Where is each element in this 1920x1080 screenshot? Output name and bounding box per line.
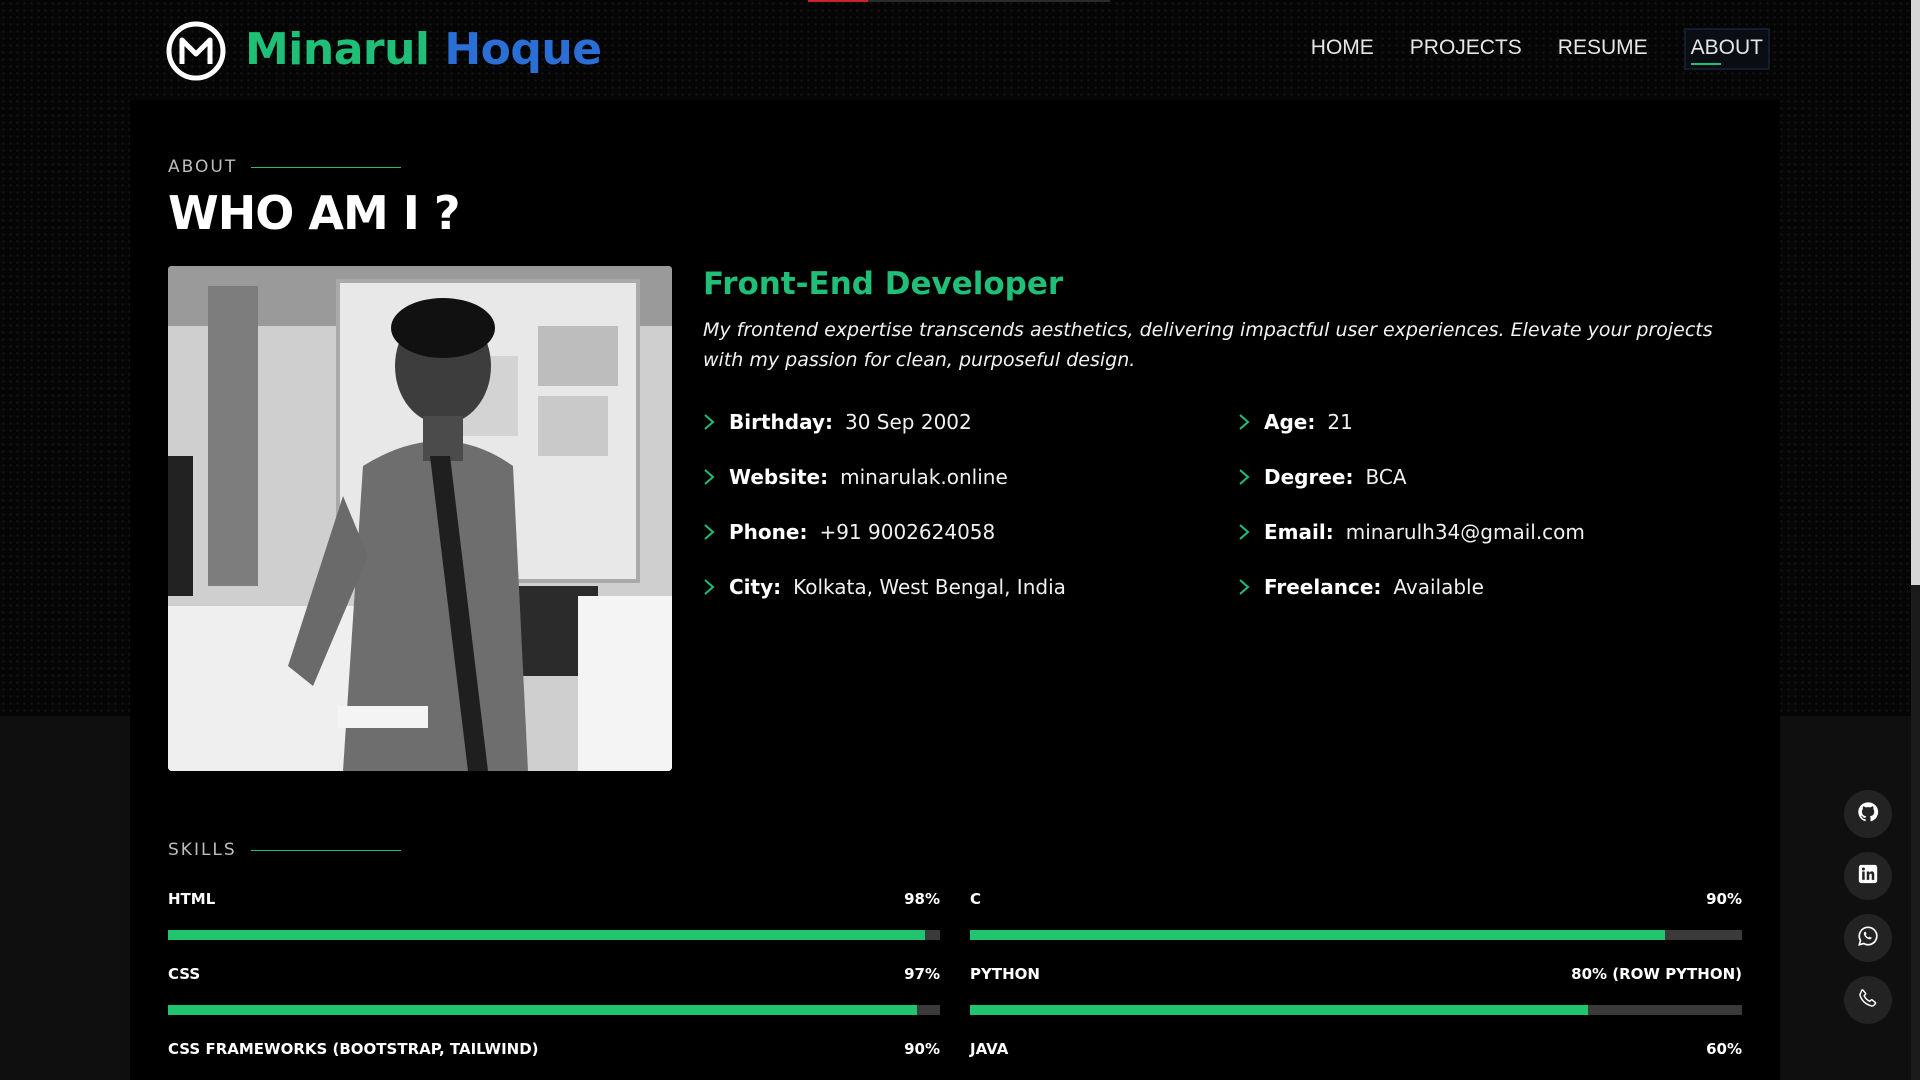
skills-list: HTML 98% C 90% CSS 97% PYTHON 80% (ROW PYTHO… <box>168 890 1743 1080</box>
info-age: Age: 21 <box>1238 394 1753 449</box>
info-website: Website: minarulak.online <box>703 449 1238 504</box>
skill-percent: 90% <box>904 1040 940 1058</box>
skill-percent: 60% <box>1706 1040 1742 1058</box>
info-key: Birthday: <box>729 409 833 434</box>
skill-progress-fill <box>970 1005 1588 1015</box>
intro-text: My frontend expertise transcends aesthet… <box>703 319 1713 371</box>
skill-css: CSS 97% <box>168 965 940 1040</box>
github-button[interactable] <box>1844 790 1892 838</box>
info-value[interactable]: minarulak.online <box>840 465 1008 489</box>
skills-label-text: SKILLS <box>168 840 237 860</box>
info-city: City: Kolkata, West Bengal, India <box>703 559 1238 614</box>
info-degree: Degree: BCA <box>1238 449 1753 504</box>
skill-name: JAVA <box>970 1040 1009 1058</box>
info-email: Email: minarulh34@gmail.com <box>1238 504 1753 559</box>
info-key: Phone: <box>729 519 808 544</box>
main-nav: HOME PROJECTS RESUME ABOUT <box>1293 28 1770 70</box>
nav-home[interactable]: HOME <box>1293 28 1392 70</box>
skill-name: C <box>970 890 982 908</box>
chevron-right-icon <box>1238 523 1264 541</box>
skill-name: CSS FRAMEWORKS (BOOTSTRAP, TAILWIND) <box>168 1040 539 1058</box>
info-phone: Phone: +91 9002624058 <box>703 504 1238 559</box>
about-label-text: ABOUT <box>168 157 238 177</box>
role-title: Front-End Developer <box>703 266 1064 302</box>
skill-percent: 90% <box>1706 890 1742 908</box>
chevron-right-icon <box>1238 413 1264 431</box>
label-divider <box>250 849 401 851</box>
whatsapp-icon <box>1857 925 1879 952</box>
chevron-right-icon <box>1238 468 1264 486</box>
logo-icon[interactable] <box>165 20 227 82</box>
info-value: minarulh34@gmail.com <box>1345 519 1585 544</box>
info-key: Degree: <box>1264 464 1354 489</box>
skill-progress-fill <box>168 1005 917 1015</box>
site-header: Minarul Hoque HOME PROJECTS RESUME ABOUT <box>0 0 1920 100</box>
brand-last-name: Hoque <box>444 24 602 75</box>
skill-progress-fill <box>970 930 1665 940</box>
skill-percent: 97% <box>904 965 940 983</box>
skill-c: C 90% <box>970 890 1742 965</box>
nav-projects[interactable]: PROJECTS <box>1392 28 1540 70</box>
chevron-right-icon <box>703 413 729 431</box>
info-value: +91 9002624058 <box>819 519 996 544</box>
skill-name: HTML <box>168 890 216 908</box>
social-links <box>1844 790 1892 1024</box>
chevron-right-icon <box>703 468 729 486</box>
info-value: BCA <box>1365 464 1407 489</box>
skill-css-frameworks: CSS FRAMEWORKS (BOOTSTRAP, TAILWIND) 90% <box>168 1040 940 1080</box>
phone-button[interactable] <box>1844 976 1892 1024</box>
profile-photo <box>168 266 672 771</box>
info-key: Age: <box>1264 409 1316 434</box>
github-icon <box>1857 801 1879 828</box>
skill-html: HTML 98% <box>168 890 940 965</box>
info-key: Freelance: <box>1264 574 1382 599</box>
phone-icon <box>1857 987 1879 1014</box>
info-key: Website: <box>729 464 829 489</box>
chevron-right-icon <box>703 523 729 541</box>
info-value: Kolkata, West Bengal, India <box>793 574 1066 599</box>
label-divider <box>251 166 402 168</box>
skill-java: JAVA 60% <box>970 1040 1742 1080</box>
page-title: WHO AM I ? <box>168 186 461 240</box>
nav-resume[interactable]: RESUME <box>1540 28 1666 70</box>
scrollbar-thumb[interactable] <box>1911 0 1920 585</box>
skill-python: PYTHON 80% (ROW PYTHON) <box>970 965 1742 1040</box>
info-value: 30 Sep 2002 <box>845 409 972 434</box>
about-section-label: ABOUT <box>168 157 402 177</box>
brand-first-name: Minarul <box>245 24 430 75</box>
skill-progress-fill <box>168 930 925 940</box>
skill-progress-track <box>168 1005 940 1015</box>
info-birthday: Birthday: 30 Sep 2002 <box>703 394 1238 449</box>
skill-progress-track <box>168 930 940 940</box>
linkedin-icon <box>1858 864 1878 889</box>
skill-progress-track <box>970 1005 1742 1015</box>
skill-progress-track <box>970 930 1742 940</box>
info-key: City: <box>729 574 782 599</box>
skill-name: CSS <box>168 965 201 983</box>
skill-percent: 80% (ROW PYTHON) <box>1571 965 1742 983</box>
info-value: Available <box>1393 574 1484 599</box>
skill-percent: 98% <box>904 890 940 908</box>
brand-name[interactable]: Minarul Hoque <box>245 20 602 80</box>
linkedin-button[interactable] <box>1844 852 1892 900</box>
nav-about[interactable]: ABOUT <box>1683 28 1770 70</box>
info-value: 21 <box>1327 409 1353 434</box>
skill-name: PYTHON <box>970 965 1040 983</box>
whatsapp-button[interactable] <box>1844 914 1892 962</box>
info-key: Email: <box>1264 519 1334 544</box>
chevron-right-icon <box>1238 578 1264 596</box>
info-freelance: Freelance: Available <box>1238 559 1753 614</box>
skills-section-label: SKILLS <box>168 840 401 860</box>
chevron-right-icon <box>703 578 729 596</box>
personal-info: Birthday: 30 Sep 2002 Age: 21 Website: m… <box>703 394 1753 614</box>
